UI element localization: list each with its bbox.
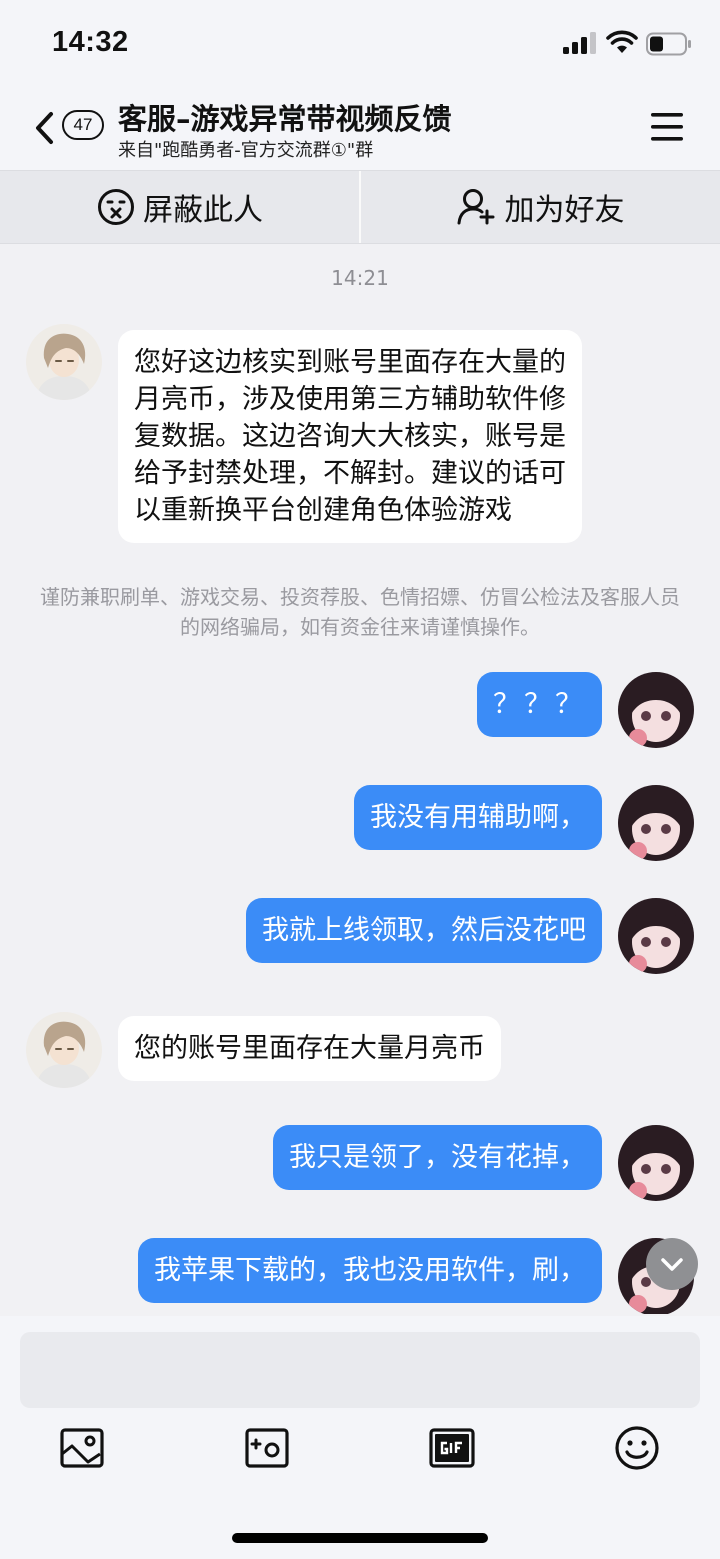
chat-title: 客服–游戏异常带视频反馈 <box>118 102 452 136</box>
message-line: 我没有用辅助啊， <box>370 802 586 833</box>
message-line: 我就上线领取，然后没花吧 <box>262 915 586 946</box>
message-timestamp: 14:21 <box>331 266 389 290</box>
block-user-label: 屏蔽此人 <box>143 193 263 228</box>
chevron-down-icon <box>661 1258 683 1271</box>
battery-icon <box>646 32 691 56</box>
block-user-button[interactable]: 屏蔽此人 <box>0 171 360 243</box>
stranger-action-bar: 屏蔽此人 加为好友 <box>0 170 720 244</box>
scroll-to-bottom-button[interactable] <box>646 1238 698 1290</box>
add-friend-icon <box>457 189 494 225</box>
unread-count-badge[interactable]: 47 <box>62 110 104 140</box>
cellular-signal-icon <box>563 32 596 54</box>
user-avatar[interactable] <box>618 898 694 974</box>
add-friend-button[interactable]: 加为好友 <box>361 171 720 243</box>
chevron-left-icon[interactable] <box>32 110 56 146</box>
add-friend-label: 加为好友 <box>504 193 625 228</box>
user-avatar[interactable] <box>618 1125 694 1201</box>
safety-notice: 谨防兼职刷单、游戏交易、投资荐股、色情招嫖、仿冒公检法及客服人员的网络骗局，如有… <box>40 585 680 639</box>
message-line: 我苹果下载的，我也没用软件，刷， <box>154 1255 586 1286</box>
wifi-icon <box>606 30 638 53</box>
message-line: 以重新换平台创建角色体验游戏 <box>134 495 512 526</box>
message-line: 我只是领了，没有花掉， <box>289 1142 586 1173</box>
message-bubble-outgoing[interactable]: 我只是领了，没有花掉， <box>273 1125 602 1190</box>
message-line: 复数据。这边咨询大大核实，账号是 <box>134 421 566 452</box>
message-bubble-incoming[interactable]: 您的账号里面存在大量月亮币 <box>118 1016 501 1081</box>
message-bubble-outgoing[interactable]: ？？？ <box>477 672 602 737</box>
message-input[interactable] <box>20 1332 700 1408</box>
service-agent-avatar[interactable] <box>26 324 102 400</box>
chat-subtitle: 来自"跑酷勇者-官方交流群①"群 <box>118 140 374 161</box>
home-indicator[interactable] <box>232 1533 488 1543</box>
message-line: 您好这边核实到账号里面存在大量的 <box>134 347 566 378</box>
message-bubble-incoming[interactable]: 您好这边核实到账号里面存在大量的 月亮币，涉及使用第三方辅助软件修 复数据。这边… <box>118 330 582 543</box>
message-line: 月亮币，涉及使用第三方辅助软件修 <box>134 384 566 415</box>
camera-icon[interactable] <box>243 1424 291 1472</box>
status-bar: 14:32 <box>0 0 720 88</box>
message-line: 给予封禁处理，不解封。建议的话可 <box>134 458 566 489</box>
hamburger-menu-icon[interactable] <box>650 110 684 144</box>
gif-icon[interactable] <box>428 1424 476 1472</box>
block-icon <box>98 189 134 225</box>
image-icon[interactable] <box>58 1424 106 1472</box>
composer <box>0 1316 720 1559</box>
user-avatar[interactable] <box>618 785 694 861</box>
emoji-icon[interactable] <box>613 1424 661 1472</box>
message-bubble-outgoing[interactable]: 我就上线领取，然后没花吧 <box>246 898 602 963</box>
chat-header: 47 客服–游戏异常带视频反馈 来自"跑酷勇者-官方交流群①"群 <box>0 88 720 170</box>
message-line: 您的账号里面存在大量月亮币 <box>134 1033 485 1064</box>
message-line: ？？？ <box>493 689 586 720</box>
message-bubble-outgoing[interactable]: 我苹果下载的，我也没用软件，刷， <box>138 1238 602 1303</box>
message-bubble-outgoing[interactable]: 我没有用辅助啊， <box>354 785 602 850</box>
status-time: 14:32 <box>52 26 129 58</box>
user-avatar[interactable] <box>618 672 694 748</box>
service-agent-avatar[interactable] <box>26 1012 102 1088</box>
